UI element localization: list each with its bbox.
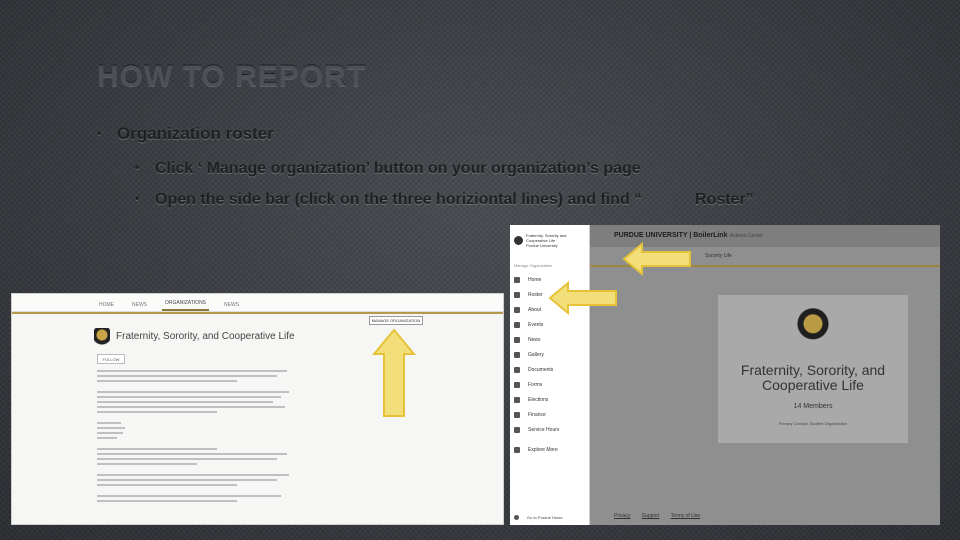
side-bar: Fraternity, Sorority and Cooperative Lif… (510, 225, 590, 525)
sidebar-item-elections[interactable]: Elections (514, 397, 548, 403)
sidebar-item-label: Events (528, 322, 544, 328)
org-logo-icon (796, 307, 830, 349)
follow-button[interactable]: FOLLOW (97, 354, 125, 364)
sidebar-item-explore[interactable]: Explore More (514, 447, 558, 453)
sidebar-item-documents[interactable]: Documents (514, 367, 553, 373)
sidebar-item-gallery[interactable]: Gallery (514, 352, 544, 358)
sidebar-item-label: Roster (528, 292, 543, 298)
tab-news-2[interactable]: NEWS (221, 302, 242, 311)
sidebar-header: Fraternity, Sorority and Cooperative Lif… (510, 225, 589, 255)
bullet-dot: • (135, 191, 140, 205)
sidebar-item-roster[interactable]: Roster (514, 292, 543, 298)
sidebar-item-label: Forms (528, 382, 543, 388)
slide-title: HOW TO REPORT (97, 60, 367, 93)
bullet-text: Organization roster (117, 124, 274, 143)
sidebar-bottom-label: Go to Purdue Home (527, 515, 563, 520)
actions-center-link[interactable]: Actions Center (730, 233, 763, 239)
image-icon (514, 352, 520, 358)
people-icon (514, 292, 520, 298)
roster-word: Roster” (695, 191, 754, 208)
tab-news[interactable]: NEWS (129, 302, 150, 311)
sidebar-item-finance[interactable]: Finance (514, 412, 546, 418)
sidebar-item-label: Home (528, 277, 542, 283)
bullet-open-sidebar: • Open the side bar (click on the three h… (135, 191, 642, 209)
info-icon (514, 307, 520, 313)
ballot-icon (514, 397, 520, 403)
gold-divider (12, 312, 503, 314)
card-contact: Primary Contact: Student Organization (778, 421, 848, 426)
privacy-link[interactable]: Privacy (614, 513, 630, 519)
sidebar-item-label: Elections (528, 397, 549, 403)
sidebar-item-news[interactable]: News (514, 337, 541, 343)
sidebar-item-label: About (528, 307, 542, 313)
clock-icon (514, 427, 520, 433)
support-link[interactable]: Support (642, 513, 660, 519)
sidebar-item-label: News (528, 337, 541, 343)
sidebar-item-label: Explore More (528, 447, 558, 453)
settings-icon (514, 515, 519, 520)
document-icon (514, 367, 520, 373)
sidebar-org: Fraternity, Sorority and Cooperative Lif… (526, 233, 566, 248)
bullet-dot: • (97, 126, 102, 140)
arrow-left-icon (548, 281, 617, 315)
sidebar-section-label: Manage Organization (514, 263, 553, 268)
arrow-left-icon (622, 242, 691, 276)
sidebar-item-label: Finance (528, 412, 546, 418)
footer-links: Privacy Support Terms of Use (614, 513, 710, 519)
card-title: Fraternity, Sorority, and Cooperative Li… (740, 362, 886, 393)
sidebar-item-events[interactable]: Events (514, 322, 543, 328)
sidebar-item-home[interactable]: Home (514, 277, 541, 283)
sidebar-item-forms[interactable]: Forms (514, 382, 542, 388)
sidebar-item-about[interactable]: About (514, 307, 541, 313)
bullet-text: Click ‘ Manage organization’ button on y… (155, 160, 641, 177)
org-name: Fraternity, Sorority, and Cooperative Li… (116, 331, 295, 342)
terms-link[interactable]: Terms of Use (671, 513, 700, 519)
tab-home[interactable]: HOME (96, 302, 117, 311)
tab-bar: HOME NEWS ORGANIZATIONS NEWS (12, 294, 503, 312)
sidebar-org-line3: Purdue University (526, 242, 558, 248)
bullet-organization-roster: • Organization roster (97, 124, 274, 144)
arrow-up-icon (372, 328, 416, 417)
tab-organizations[interactable]: ORGANIZATIONS (162, 300, 210, 311)
form-icon (514, 382, 520, 388)
finance-icon (514, 412, 520, 418)
news-icon (514, 337, 520, 343)
sidebar-item-label: Gallery (528, 352, 544, 358)
sub-header-title: Sorority Life (705, 253, 732, 259)
sidebar-org-line1: Fraternity, Sorority and (526, 232, 567, 238)
bullet-dot: • (135, 160, 140, 174)
org-logo-icon (94, 328, 110, 348)
description-text (97, 370, 297, 505)
sidebar-bottom-link[interactable]: Go to Purdue Home (514, 515, 563, 520)
card-members: 14 Members (793, 403, 833, 410)
right-screenshot: PURDUE UNIVERSITY | BoilerLink Actions C… (510, 225, 940, 525)
sidebar-item-label: Service Hours (528, 427, 560, 433)
sidebar-item-service-hours[interactable]: Service Hours (514, 427, 559, 433)
left-screenshot: HOME NEWS ORGANIZATIONS NEWS MANAGE ORGA… (11, 293, 504, 525)
purdue-header-title[interactable]: PURDUE UNIVERSITY | BoilerLink (614, 232, 727, 239)
org-card: Fraternity, Sorority, and Cooperative Li… (718, 295, 908, 443)
manage-organization-button[interactable]: MANAGE ORGANIZATION (369, 316, 423, 325)
avatar (514, 235, 523, 245)
sidebar-item-label: Documents (528, 367, 554, 373)
home-icon (514, 277, 520, 283)
bullet-text: Open the side bar (click on the three ho… (155, 191, 643, 208)
bullet-click-manage: • Click ‘ Manage organization’ button on … (135, 160, 641, 178)
compass-icon (514, 447, 520, 453)
calendar-icon (514, 322, 520, 328)
